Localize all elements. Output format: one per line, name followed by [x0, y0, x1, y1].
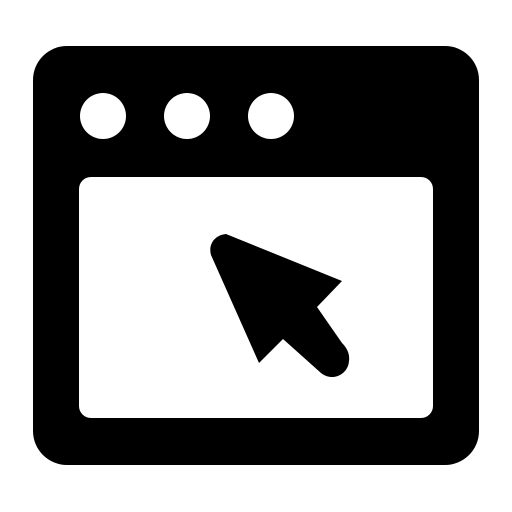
window-dot-icon: [248, 93, 294, 139]
window-dot-icon: [80, 93, 126, 139]
browser-window-svg: [0, 0, 512, 512]
window-dot-icon: [164, 93, 210, 139]
browser-window-cursor-icon: [0, 0, 512, 512]
